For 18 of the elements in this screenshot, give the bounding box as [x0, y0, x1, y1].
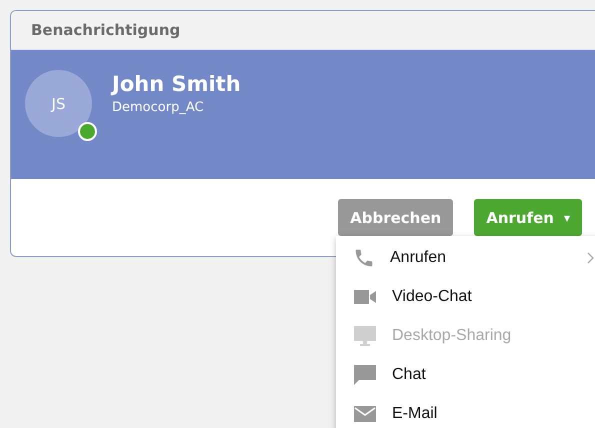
- envelope-icon: [353, 404, 377, 422]
- menu-item[interactable]: E-Mail: [336, 394, 595, 428]
- menu-item[interactable]: Chat: [336, 355, 595, 394]
- contact-company: Democorp_AC: [112, 100, 205, 115]
- menu-item-label: Anrufen: [390, 248, 446, 266]
- menu-item-label: Chat: [392, 366, 426, 384]
- menu-item-label: E-Mail: [392, 404, 438, 422]
- monitor-icon: [353, 324, 377, 346]
- chat-bubble-icon: [353, 364, 377, 386]
- contact-name: John Smith: [112, 72, 241, 96]
- menu-item-label: Desktop-Sharing: [392, 326, 512, 344]
- menu-item[interactable]: Anrufen: [336, 238, 595, 277]
- video-camera-icon: [353, 288, 377, 306]
- menu-item-label: Video-Chat: [392, 288, 472, 306]
- menu-item[interactable]: Video-Chat: [336, 277, 595, 316]
- dialog-title: Benachrichtigung: [31, 21, 180, 39]
- caret-icon: ▾: [564, 210, 570, 224]
- avatar-initials: JS: [52, 94, 66, 112]
